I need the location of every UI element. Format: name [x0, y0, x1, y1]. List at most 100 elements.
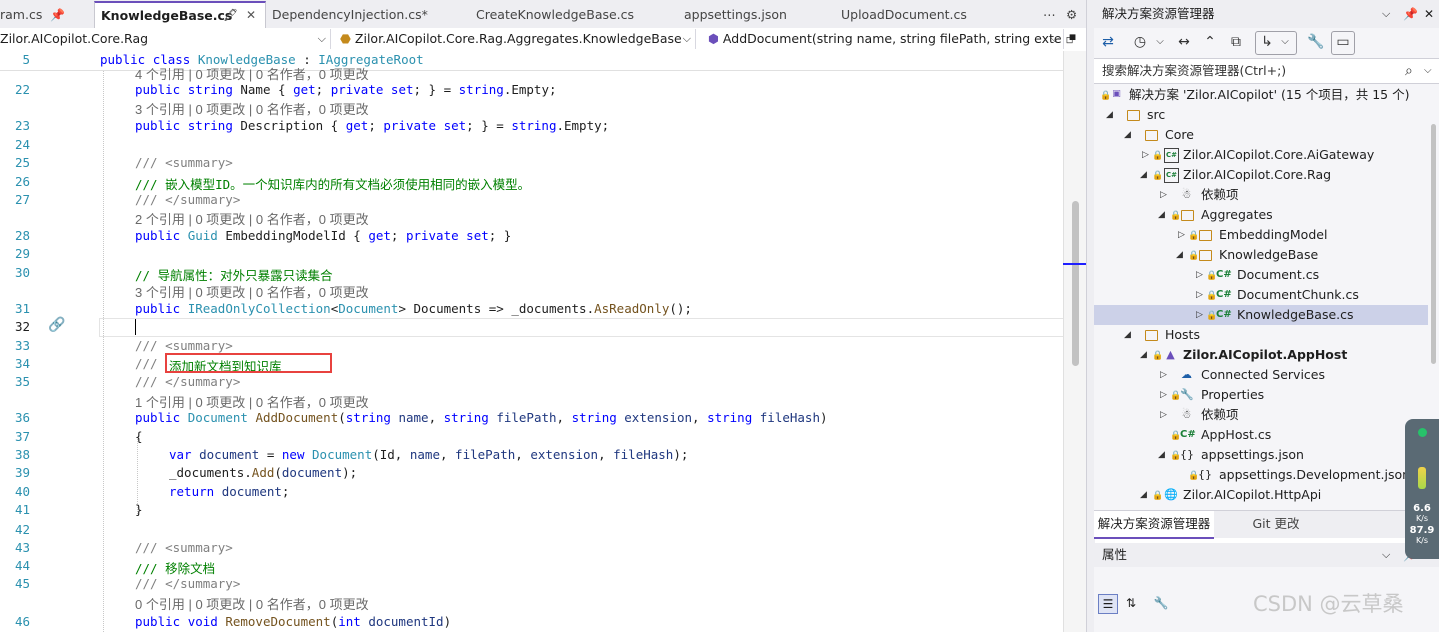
- tab-createknowledgebase-cs[interactable]: CreateKnowledgeBase.cs: [476, 3, 666, 27]
- method-icon: ⬢: [708, 31, 719, 46]
- tab-uploaddocument-cs[interactable]: UploadDocument.cs: [841, 3, 1021, 27]
- tree-item-hosts[interactable]: ◢ Hosts: [1094, 325, 1428, 345]
- split-editor-icon[interactable]: ⮻: [1066, 29, 1084, 49]
- connected-services-icon: ☁: [1181, 368, 1192, 381]
- tab-label: appsettings.json: [684, 7, 787, 22]
- property-pages-icon[interactable]: 🔧: [1152, 594, 1170, 612]
- xml-doc-comment: /// <summary>: [135, 155, 233, 170]
- search-icon[interactable]: ⌕: [1405, 59, 1413, 83]
- tree-item-solution[interactable]: 🔒 ▣ 解决方案 'Zilor.AICopilot' (15 个项目，共 15 …: [1094, 85, 1428, 105]
- tree-item-rag-project[interactable]: ◢ 🔒 C# Zilor.AICopilot.Core.Rag: [1094, 165, 1428, 185]
- back-forward-icon[interactable]: ↔: [1174, 32, 1194, 52]
- tree-item-apphost-project[interactable]: ◢ 🔒 ▲ Zilor.AICopilot.AppHost: [1094, 345, 1428, 365]
- tree-item-label: KnowledgeBase.cs: [1237, 307, 1354, 322]
- tab-knowledgebase-cs[interactable]: KnowledgeBase.cs 🖊 ✕: [94, 1, 266, 30]
- collapsed-arrow-icon[interactable]: ▷: [1160, 185, 1167, 205]
- preview-toggle[interactable]: ▭: [1331, 31, 1355, 55]
- tree-item-src[interactable]: ◢ src: [1094, 105, 1428, 125]
- filter-toggle[interactable]: ↳ ⌵: [1255, 31, 1297, 55]
- close-icon[interactable]: ✕: [246, 3, 256, 28]
- chevron-down-icon[interactable]: ⌵: [1382, 543, 1390, 567]
- expanded-arrow-icon[interactable]: ◢: [1124, 325, 1131, 345]
- codelens[interactable]: 1 个引用 | 0 项更改 | 0 名作者，0 项更改: [135, 392, 369, 411]
- activity-bar: [1418, 467, 1426, 489]
- history-icon[interactable]: ◷: [1130, 32, 1150, 52]
- tree-item-label: KnowledgeBase: [1219, 247, 1319, 262]
- folder-icon: [1199, 250, 1212, 261]
- tree-item-connected-services[interactable]: ▷ ☁ Connected Services: [1094, 365, 1428, 385]
- codelens[interactable]: 3 个引用 | 0 项更改 | 0 名作者，0 项更改: [135, 282, 369, 301]
- tree-item-dependencies[interactable]: ▷ ☃ 依赖项: [1094, 405, 1428, 425]
- expanded-arrow-icon[interactable]: ◢: [1140, 345, 1147, 365]
- tree-item-label: appsettings.json: [1201, 447, 1304, 462]
- chevron-down-icon[interactable]: ⌵: [1424, 59, 1432, 83]
- code-editor[interactable]: 5 public class KnowledgeBase : IAggregat…: [0, 51, 1086, 632]
- codelens[interactable]: 4 个引用 | 0 项更改 | 0 名作者，0 项更改: [135, 64, 369, 83]
- tree-item-document-cs[interactable]: ▷ 🔒 C# Document.cs: [1094, 265, 1428, 285]
- project-dropdown[interactable]: Zilor.AICopilot.Core.Rag ⌵: [0, 29, 331, 49]
- type-dropdown[interactable]: ⬣ Zilor.AICopilot.Core.Rag.Aggregates.Kno…: [340, 29, 696, 49]
- chevron-down-icon[interactable]: ⌵: [1150, 32, 1170, 52]
- collapsed-arrow-icon[interactable]: ▷: [1196, 265, 1203, 285]
- pin-icon[interactable]: 📌: [1403, 0, 1418, 28]
- alphabetical-icon[interactable]: ⇅: [1122, 594, 1140, 612]
- codelens[interactable]: 0 个引用 | 0 项更改 | 0 名作者，0 项更改: [135, 594, 369, 613]
- expanded-arrow-icon[interactable]: ◢: [1106, 105, 1113, 125]
- scrollbar-thumb[interactable]: [1072, 201, 1079, 366]
- link-icon[interactable]: 🔗: [48, 317, 65, 333]
- collapsed-arrow-icon[interactable]: ▷: [1160, 365, 1167, 385]
- expanded-arrow-icon[interactable]: ◢: [1158, 205, 1165, 225]
- tab-git-changes[interactable]: Git 更改: [1216, 511, 1336, 537]
- collapsed-arrow-icon[interactable]: ▷: [1196, 285, 1203, 305]
- expanded-arrow-icon[interactable]: ◢: [1176, 245, 1183, 265]
- tree-item-knowledgebase-folder[interactable]: ◢ 🔒 KnowledgeBase: [1094, 245, 1428, 265]
- tab-program-cs[interactable]: ram.cs 📌: [0, 3, 90, 27]
- codelens[interactable]: 3 个引用 | 0 项更改 | 0 名作者，0 项更改: [135, 99, 369, 118]
- tab-dependencyinjection-cs[interactable]: DependencyInjection.cs*: [272, 3, 462, 27]
- pin-icon[interactable]: 📌: [50, 3, 65, 27]
- tree-item-documentchunk-cs[interactable]: ▷ 🔒 C# DocumentChunk.cs: [1094, 285, 1428, 305]
- network-speed-widget[interactable]: 6.6 K/s 87.9 K/s: [1405, 419, 1439, 559]
- tree-item-dependencies[interactable]: ▷ ☃ 依赖项: [1094, 185, 1428, 205]
- tree-item-apphost-cs[interactable]: 🔒 C# AppHost.cs: [1094, 425, 1428, 445]
- collapsed-arrow-icon[interactable]: ▷: [1160, 405, 1167, 425]
- scrollbar-thumb[interactable]: [1431, 124, 1436, 364]
- tree-item-appsettings-json[interactable]: ◢ 🔒 {} appsettings.json: [1094, 445, 1428, 465]
- tree-item-knowledgebase-cs[interactable]: ▷ 🔒 C# KnowledgeBase.cs: [1094, 305, 1428, 325]
- collapse-all-icon[interactable]: ⌃: [1200, 32, 1220, 52]
- tree-item-embeddingmodel[interactable]: ▷ 🔒 EmbeddingModel: [1094, 225, 1428, 245]
- tree-item-properties[interactable]: ▷ 🔒 🔧 Properties: [1094, 385, 1428, 405]
- collapsed-arrow-icon[interactable]: ▷: [1178, 225, 1185, 245]
- categorized-icon[interactable]: ☰: [1098, 594, 1118, 614]
- show-all-files-icon[interactable]: ⧉: [1226, 32, 1246, 52]
- pin-icon[interactable]: 🖊: [223, 3, 238, 28]
- tree-item-httpapi-project[interactable]: ◢ 🔒 🌐 Zilor.AICopilot.HttpApi: [1094, 485, 1428, 505]
- tree-item-core[interactable]: ◢ Core: [1094, 125, 1428, 145]
- chevron-down-icon[interactable]: ⌵: [1382, 0, 1390, 28]
- sync-with-document-icon[interactable]: ⇄: [1098, 32, 1118, 52]
- tree-item-aigateway-project[interactable]: ▷ 🔒 C# Zilor.AICopilot.Core.AiGateway: [1094, 145, 1428, 165]
- solution-explorer-search[interactable]: 搜索解决方案资源管理器(Ctrl+;) ⌕ ⌵: [1094, 58, 1439, 84]
- tree-item-label: Hosts: [1165, 327, 1200, 342]
- collapsed-arrow-icon[interactable]: ▷: [1196, 305, 1203, 325]
- expanded-arrow-icon[interactable]: ◢: [1140, 165, 1147, 185]
- codelens[interactable]: 2 个引用 | 0 项更改 | 0 名作者，0 项更改: [135, 209, 369, 228]
- more-tabs-icon[interactable]: ⋯: [1043, 3, 1059, 27]
- tab-label: KnowledgeBase.cs: [101, 8, 233, 23]
- expanded-arrow-icon[interactable]: ◢: [1140, 485, 1147, 505]
- editor-vertical-scrollbar[interactable]: [1063, 51, 1087, 632]
- line-number: 27: [14, 192, 30, 207]
- expanded-arrow-icon[interactable]: ◢: [1124, 125, 1131, 145]
- collapsed-arrow-icon[interactable]: ▷: [1160, 385, 1167, 405]
- code-line: return document;: [169, 484, 290, 499]
- tree-item-appsettings-development-json[interactable]: 🔒 {} appsettings.Development.json: [1094, 465, 1428, 485]
- member-dropdown[interactable]: ⬢ AddDocument(string name, string filePat…: [708, 29, 1064, 49]
- tab-appsettings-json[interactable]: appsettings.json: [684, 3, 824, 27]
- collapsed-arrow-icon[interactable]: ▷: [1142, 145, 1149, 165]
- tree-item-aggregates[interactable]: ◢ 🔒 Aggregates: [1094, 205, 1428, 225]
- tab-solution-explorer[interactable]: 解决方案资源管理器: [1094, 511, 1214, 539]
- wrench-icon[interactable]: 🔧: [1306, 32, 1326, 52]
- gear-icon[interactable]: ⚙: [1066, 3, 1082, 27]
- expanded-arrow-icon[interactable]: ◢: [1158, 445, 1165, 465]
- close-icon[interactable]: ✕: [1424, 0, 1434, 28]
